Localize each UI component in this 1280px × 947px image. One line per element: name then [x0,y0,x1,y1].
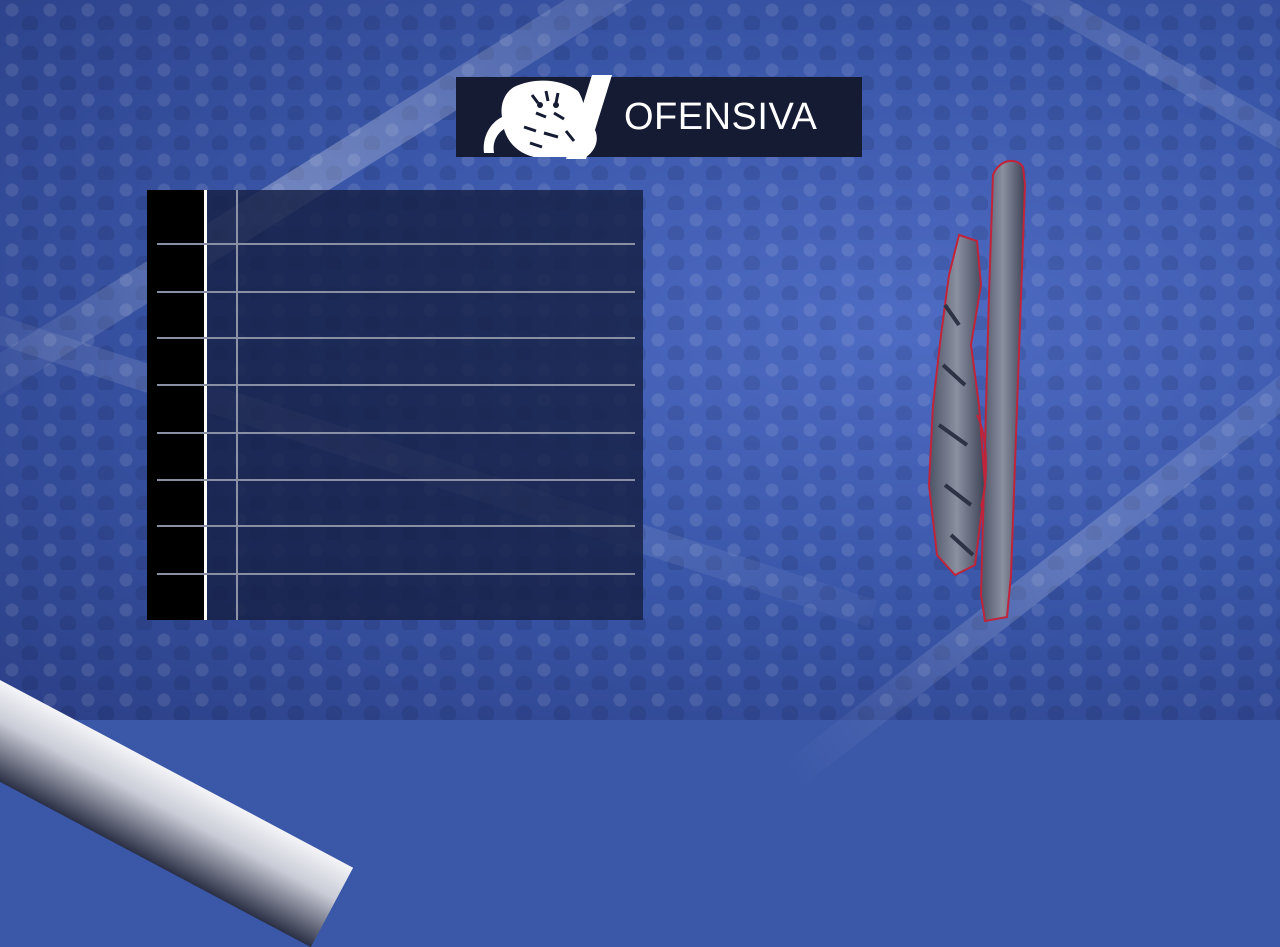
title-banner: OFENSIVA [456,75,862,159]
row-separator [157,432,635,434]
row-separator [157,291,635,293]
tiger-logo-icon [483,75,612,159]
roster-panel [147,190,643,620]
row-separator [157,525,635,527]
tiger-4-emblem-icon [927,159,1027,623]
row-separator [157,573,635,575]
column-divider [236,190,238,620]
row-separator [157,479,635,481]
column-divider [204,190,207,620]
row-separator [157,337,635,339]
row-separator [157,384,635,386]
number-column [147,190,204,620]
page-title: OFENSIVA [624,96,818,138]
row-separator [157,243,635,245]
